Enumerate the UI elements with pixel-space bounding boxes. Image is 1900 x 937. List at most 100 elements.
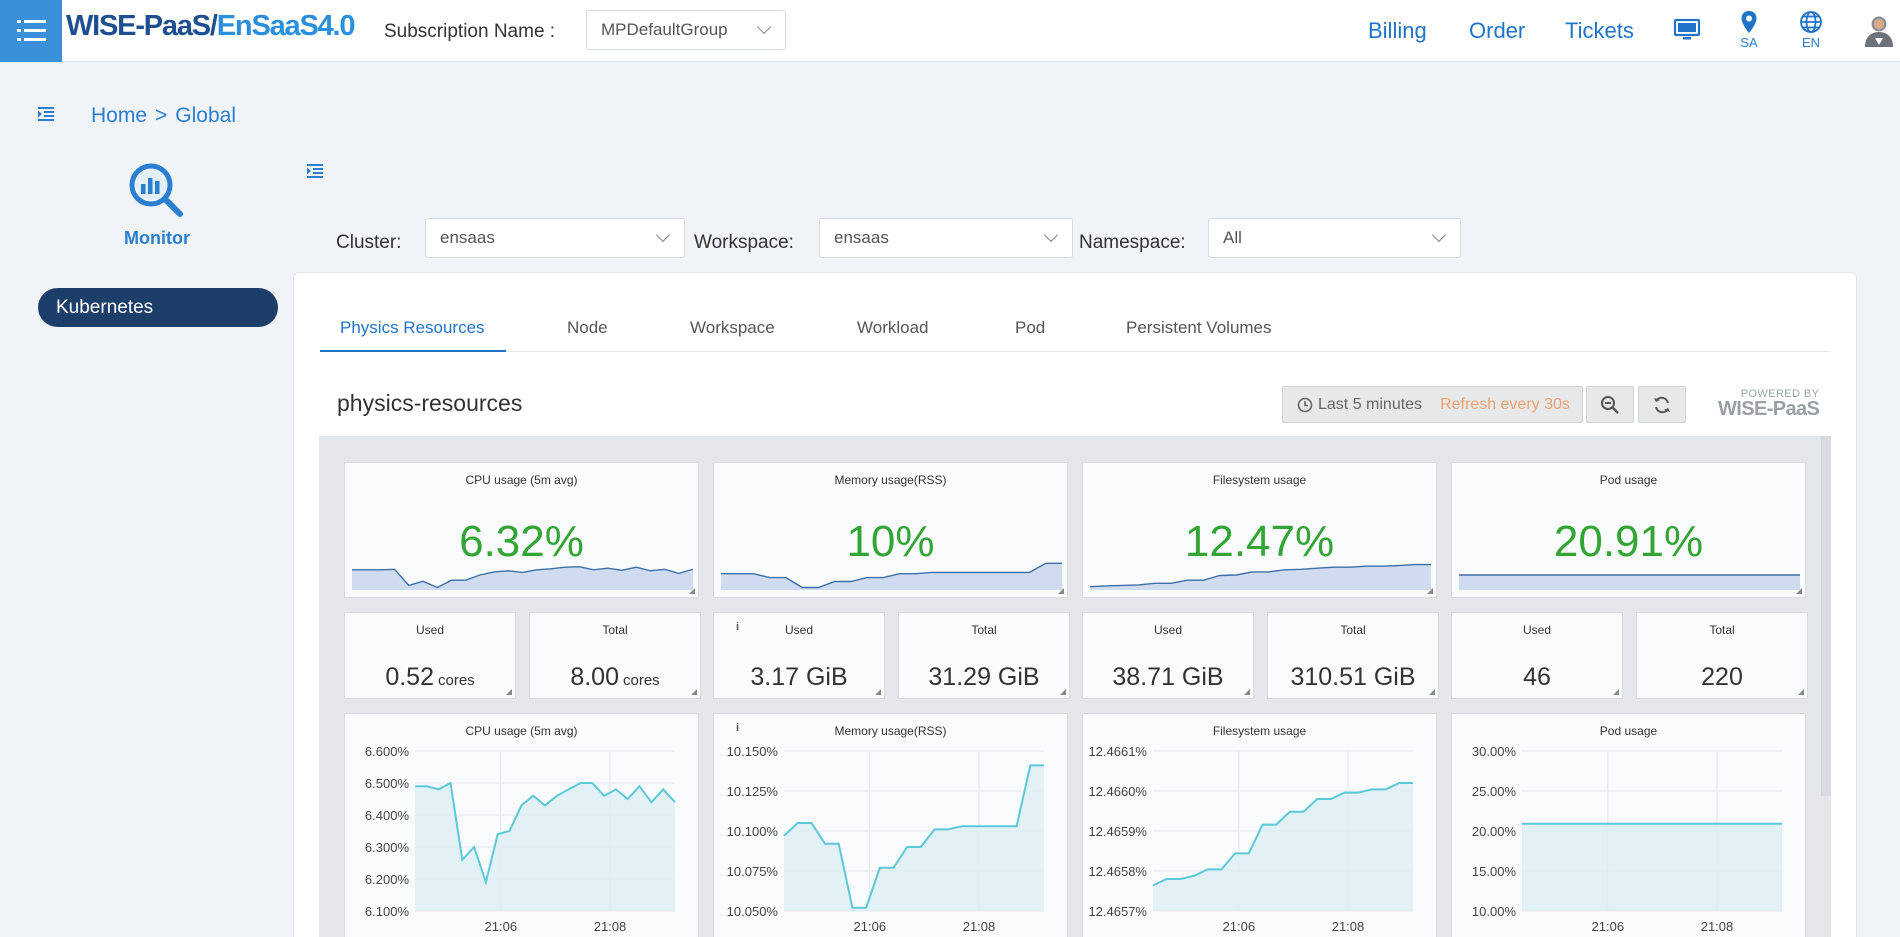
gauge-panel-memory: Memory usage(RSS) 10% (713, 462, 1068, 598)
stat-panel-pod-used: Used 46 (1451, 612, 1623, 699)
chevron-down-icon (1043, 227, 1059, 243)
subscription-value: MPDefaultGroup (601, 20, 728, 39)
brand-logo[interactable]: WISE-PaaS/EnSaaS4.0 (66, 10, 355, 43)
subscription-select[interactable]: MPDefaultGroup (586, 10, 786, 50)
location-label: SA (1740, 35, 1758, 50)
breadcrumb-separator: > (155, 104, 168, 127)
workspace-label: Workspace: (694, 232, 794, 253)
tab-node[interactable]: Node (567, 318, 608, 338)
subscription-label: Subscription Name : (384, 21, 556, 42)
resize-handle[interactable] (1060, 689, 1066, 695)
resize-handle[interactable] (1798, 689, 1804, 695)
monitor-label: Monitor (124, 228, 190, 248)
sidebar-toggle-button[interactable] (38, 107, 54, 126)
breadcrumb-current[interactable]: Global (175, 104, 236, 127)
order-link[interactable]: Order (1469, 18, 1525, 44)
stat-panel-cpu-total: Total 8.00 cores (529, 612, 701, 699)
menu-button[interactable] (0, 0, 62, 62)
y-tick-label: 20.00% (1472, 824, 1517, 839)
stat-value: 220 (1701, 663, 1743, 691)
tab-physics-resources[interactable]: Physics Resources (340, 318, 485, 338)
gauge-panel-filesystem: Filesystem usage 12.47% (1082, 462, 1437, 598)
x-tick-label: 21:06 (485, 919, 518, 934)
refresh-interval-label: Refresh every 30s (1440, 395, 1570, 413)
tab-workload[interactable]: Workload (857, 318, 929, 338)
resize-handle[interactable] (691, 689, 697, 695)
language-button[interactable]: EN (1794, 10, 1828, 56)
resize-handle[interactable] (875, 689, 881, 695)
tab-workspace[interactable]: Workspace (690, 318, 775, 338)
panel-title: Total (602, 623, 628, 637)
resize-handle[interactable] (1058, 588, 1064, 594)
line-chart[interactable]: 6.600% 6.500% 6.400% 6.300% 6.200% 6.100% 21:0… (345, 714, 700, 937)
workspace-select[interactable]: ensaas (819, 218, 1073, 258)
resize-handle[interactable] (1796, 588, 1802, 594)
resize-handle[interactable] (1427, 588, 1433, 594)
gauge-panel-pod: Pod usage 20.91% (1451, 462, 1806, 598)
line-chart[interactable]: 10.150% 10.125% 10.100% 10.075% 10.050% 21:06… (714, 714, 1069, 937)
chart-panel-cpu: CPU usage (5m avg) 6.600% 6.500% 6.400% 6.3… (344, 713, 699, 937)
tickets-link[interactable]: Tickets (1565, 18, 1634, 44)
menu-icon (17, 20, 46, 41)
panel-title: Memory usage(RSS) (834, 473, 947, 487)
language-label: EN (1801, 35, 1821, 50)
y-tick-label: 25.00% (1472, 784, 1517, 799)
billing-link[interactable]: Billing (1368, 18, 1427, 44)
time-range-picker[interactable]: Last 5 minutes Refresh every 30s (1282, 386, 1583, 423)
sparkline-area (1090, 564, 1431, 590)
tab-persistent-volumes[interactable]: Persistent Volumes (1126, 318, 1272, 338)
dashboard-scrollbar[interactable] (1821, 436, 1831, 796)
refresh-button[interactable] (1638, 386, 1686, 423)
line-chart[interactable]: 12.4661% 12.4660% 12.4659% 12.4658% 12.4657%… (1083, 714, 1438, 937)
chevron-down-icon (756, 19, 772, 35)
y-tick-label: 12.4661% (1088, 744, 1147, 759)
sidebar-item-kubernetes[interactable]: Kubernetes (38, 288, 278, 327)
panel-title: Used (1153, 623, 1182, 637)
resource-tabs: Physics Resources Node Workspace Workloa… (320, 310, 1830, 352)
resize-handle[interactable] (1613, 689, 1619, 695)
stat-value: 8.00 cores (570, 663, 660, 691)
chevron-down-icon (1431, 227, 1447, 243)
stat-value: 31.29 GiB (928, 663, 1040, 691)
panel-title: Pod usage (1599, 473, 1658, 487)
namespace-select[interactable]: All (1208, 218, 1461, 258)
cluster-value: ensaas (440, 228, 495, 247)
panel-title: Total (971, 623, 997, 637)
line-chart[interactable]: 30.00% 25.00% 20.00% 15.00% 10.00% 21:06 21:08 (1452, 714, 1807, 937)
stat-panel-cpu-used: Used 0.52 cores (344, 612, 516, 699)
stat-value: 310.51 GiB (1290, 663, 1416, 691)
y-tick-label: 6.600% (365, 744, 410, 759)
cluster-select[interactable]: ensaas (425, 218, 685, 258)
zoom-out-button[interactable] (1586, 386, 1634, 423)
resize-handle[interactable] (1429, 689, 1435, 695)
x-tick-label: 21:08 (594, 919, 627, 934)
resize-handle[interactable] (506, 689, 512, 695)
resize-handle[interactable] (689, 588, 695, 594)
breadcrumb-home[interactable]: Home (91, 104, 147, 127)
stat-panel-filesystem-used: Used 38.71 GiB (1082, 612, 1254, 699)
user-menu-button[interactable] (1862, 13, 1896, 59)
location-button[interactable]: SA (1732, 10, 1766, 56)
y-tick-label: 15.00% (1472, 864, 1517, 879)
map-pin-icon (1741, 11, 1757, 33)
y-tick-label: 12.4657% (1088, 904, 1147, 919)
stat-value: 3.17 GiB (750, 663, 848, 691)
desktop-button[interactable] (1670, 18, 1704, 64)
top-bar: WISE-PaaS/EnSaaS4.0 Subscription Name : … (0, 0, 1900, 62)
menu-collapse-button[interactable] (307, 164, 323, 183)
stat-panel-filesystem-total: Total 310.51 GiB (1267, 612, 1439, 699)
sparkline (1090, 563, 1431, 590)
panel-title: Total (1709, 623, 1735, 637)
panel-title: Used (784, 623, 813, 637)
tab-pod[interactable]: Pod (1015, 318, 1045, 338)
resize-handle[interactable] (1244, 689, 1250, 695)
series-area (1153, 783, 1413, 911)
x-tick-label: 21:06 (1223, 919, 1256, 934)
y-tick-label: 10.125% (727, 784, 779, 799)
breadcrumb: Home > Global (91, 104, 236, 128)
monitor-app-icon[interactable] (126, 160, 188, 227)
sparkline-area (721, 563, 1062, 590)
time-range-label: Last 5 minutes (1318, 395, 1423, 413)
workspace-value: ensaas (834, 228, 889, 247)
powered-by-logo: POWERED BY WISE-PaaS (1718, 388, 1820, 421)
